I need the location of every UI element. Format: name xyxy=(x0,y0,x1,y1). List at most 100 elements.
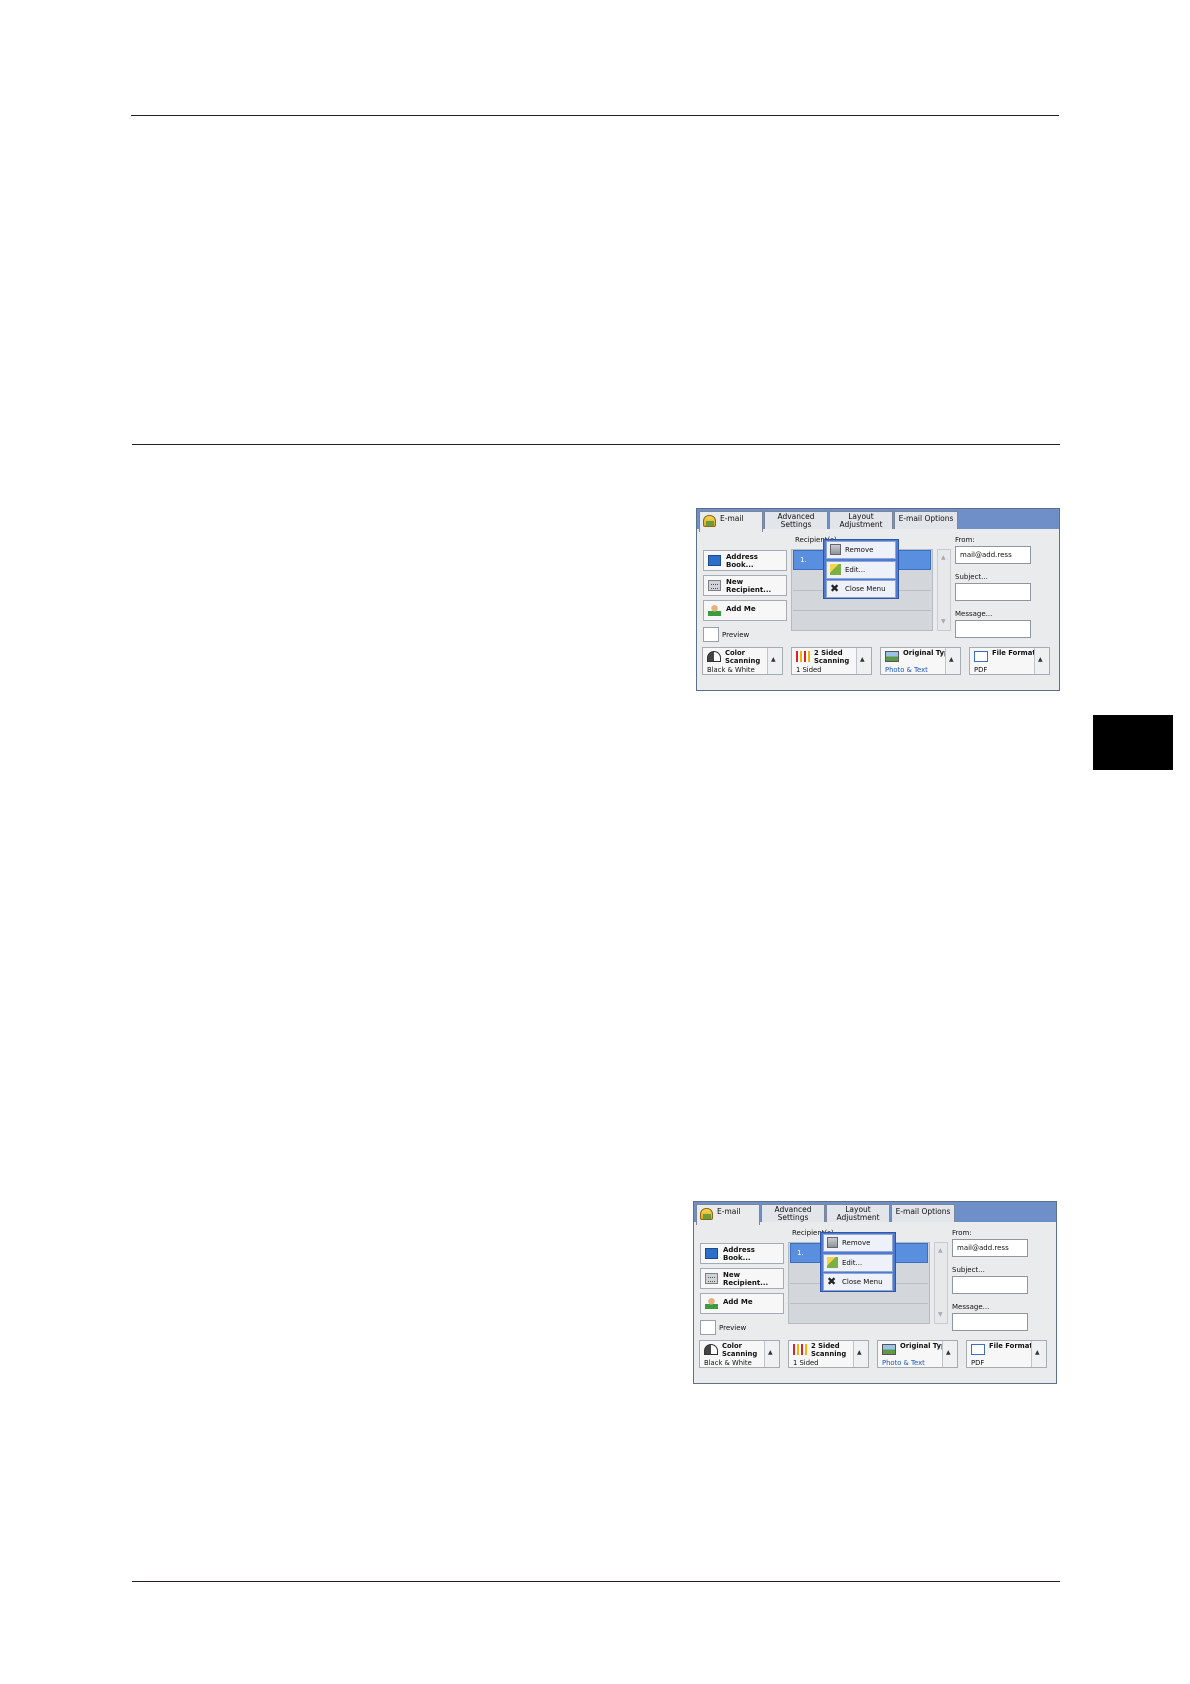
file-format-icon xyxy=(971,1344,985,1355)
address-book-label: Address Book... xyxy=(723,1246,755,1262)
from-field[interactable]: mail@add.ress xyxy=(955,546,1031,564)
email-icon xyxy=(700,1208,713,1220)
expand-arrow-icon[interactable] xyxy=(764,1341,779,1367)
close-menu-label: Close Menu xyxy=(845,585,886,593)
preview-checkbox[interactable] xyxy=(700,1320,716,1335)
original-type-icon xyxy=(885,651,899,662)
recipient-context-menu: Remove Edit... ✖ Close Menu xyxy=(823,539,899,599)
file-format-icon xyxy=(974,651,988,662)
remove-menu-item[interactable]: Remove xyxy=(826,541,896,559)
two-sided-icon xyxy=(793,1344,807,1355)
original-type-icon xyxy=(882,1344,896,1355)
color-scanning-button[interactable]: Color Scanning Black & White xyxy=(699,1340,780,1368)
color-scanning-title: Color Scanning xyxy=(725,649,761,665)
expand-arrow-icon[interactable] xyxy=(853,1341,868,1367)
edit-menu-item[interactable]: Edit... xyxy=(826,561,896,579)
color-scanning-value: Black & White xyxy=(704,1359,752,1367)
address-book-button[interactable]: Address Book... xyxy=(700,1243,784,1264)
address-book-icon xyxy=(705,1248,718,1259)
new-recipient-button[interactable]: New Recipient... xyxy=(700,1268,784,1289)
remove-menu-item[interactable]: Remove xyxy=(823,1234,893,1252)
section-rule xyxy=(132,444,1060,445)
two-sided-title: 2 Sided Scanning xyxy=(814,649,850,665)
recipient-scrollbar[interactable]: ▲ ▼ xyxy=(937,549,951,631)
file-format-title: File Format xyxy=(989,1342,1033,1350)
tab-label: E-mail xyxy=(717,1207,741,1216)
tab-layout-adjustment[interactable]: Layout Adjustment xyxy=(826,1204,890,1222)
original-type-button[interactable]: Original Type Photo & Text xyxy=(880,647,961,675)
subject-field[interactable] xyxy=(955,583,1031,601)
trash-icon xyxy=(827,1237,838,1248)
new-recipient-button[interactable]: New Recipient... xyxy=(703,575,787,596)
original-type-value: Photo & Text xyxy=(885,666,928,674)
scroll-down-icon[interactable]: ▼ xyxy=(938,1311,943,1318)
tab-advanced-settings[interactable]: Advanced Settings xyxy=(764,511,828,529)
tab-advanced-settings[interactable]: Advanced Settings xyxy=(761,1204,825,1222)
expand-arrow-icon[interactable] xyxy=(945,648,960,674)
original-type-button[interactable]: Original Type Photo & Text xyxy=(877,1340,958,1368)
trash-icon xyxy=(830,544,841,555)
edit-menu-item[interactable]: Edit... xyxy=(823,1254,893,1272)
two-sided-scanning-button[interactable]: 2 Sided Scanning 1 Sided xyxy=(788,1340,869,1368)
color-scanning-button[interactable]: Color Scanning Black & White xyxy=(702,647,783,675)
list-divider xyxy=(793,610,931,611)
edit-label: Edit... xyxy=(842,1259,863,1267)
message-label: Message... xyxy=(955,610,993,618)
remove-label: Remove xyxy=(845,546,874,554)
scroll-down-icon[interactable]: ▼ xyxy=(941,618,946,625)
close-menu-item[interactable]: ✖ Close Menu xyxy=(823,1273,893,1291)
file-format-button[interactable]: File Format PDF xyxy=(966,1340,1047,1368)
scroll-up-icon[interactable]: ▲ xyxy=(938,1247,943,1254)
add-me-button[interactable]: Add Me xyxy=(700,1293,784,1314)
two-sided-value: 1 Sided xyxy=(793,1359,819,1367)
message-label: Message... xyxy=(952,1303,990,1311)
tab-email-options[interactable]: E-mail Options xyxy=(894,511,958,529)
subject-label: Subject... xyxy=(952,1266,985,1274)
subject-field[interactable] xyxy=(952,1276,1028,1294)
add-me-label: Add Me xyxy=(723,1298,753,1306)
two-sided-value: 1 Sided xyxy=(796,666,822,674)
scroll-up-icon[interactable]: ▲ xyxy=(941,554,946,561)
expand-arrow-icon[interactable] xyxy=(767,648,782,674)
tab-email[interactable]: E-mail xyxy=(699,511,763,532)
message-field[interactable] xyxy=(955,620,1031,638)
person-icon xyxy=(705,1298,718,1309)
color-scanning-title: Color Scanning xyxy=(722,1342,758,1358)
expand-arrow-icon[interactable] xyxy=(1034,648,1049,674)
expand-arrow-icon[interactable] xyxy=(1031,1341,1046,1367)
recipient-scrollbar[interactable]: ▲ ▼ xyxy=(934,1242,948,1324)
file-format-title: File Format xyxy=(992,649,1036,657)
tab-email[interactable]: E-mail xyxy=(696,1204,760,1225)
from-label: From: xyxy=(952,1229,972,1237)
two-sided-icon xyxy=(796,651,810,662)
expand-arrow-icon[interactable] xyxy=(856,648,871,674)
subject-label: Subject... xyxy=(955,573,988,581)
two-sided-scanning-button[interactable]: 2 Sided Scanning 1 Sided xyxy=(791,647,872,675)
email-icon xyxy=(703,515,716,527)
keyboard-icon xyxy=(708,580,721,591)
file-format-value: PDF xyxy=(974,666,988,674)
close-icon: ✖ xyxy=(830,582,840,595)
preview-label: Preview xyxy=(719,1324,747,1332)
from-field[interactable]: mail@add.ress xyxy=(952,1239,1028,1257)
preview-checkbox[interactable] xyxy=(703,627,719,642)
close-menu-item[interactable]: ✖ Close Menu xyxy=(826,580,896,598)
expand-arrow-icon[interactable] xyxy=(942,1341,957,1367)
email-screen-panel-2: E-mail Advanced Settings Layout Adjustme… xyxy=(693,1201,1057,1384)
two-sided-title: 2 Sided Scanning xyxy=(811,1342,847,1358)
person-icon xyxy=(708,605,721,616)
address-book-label: Address Book... xyxy=(726,553,758,569)
message-field[interactable] xyxy=(952,1313,1028,1331)
tab-layout-adjustment[interactable]: Layout Adjustment xyxy=(829,511,893,529)
address-book-button[interactable]: Address Book... xyxy=(703,550,787,571)
address-book-icon xyxy=(708,555,721,566)
color-scanning-value: Black & White xyxy=(707,666,755,674)
file-format-value: PDF xyxy=(971,1359,985,1367)
new-recipient-label: New Recipient... xyxy=(726,578,772,594)
from-label: From: xyxy=(955,536,975,544)
tab-email-options[interactable]: E-mail Options xyxy=(891,1204,955,1222)
file-format-button[interactable]: File Format PDF xyxy=(969,647,1050,675)
add-me-button[interactable]: Add Me xyxy=(703,600,787,621)
list-divider xyxy=(790,1303,928,1304)
edit-icon xyxy=(830,564,841,575)
